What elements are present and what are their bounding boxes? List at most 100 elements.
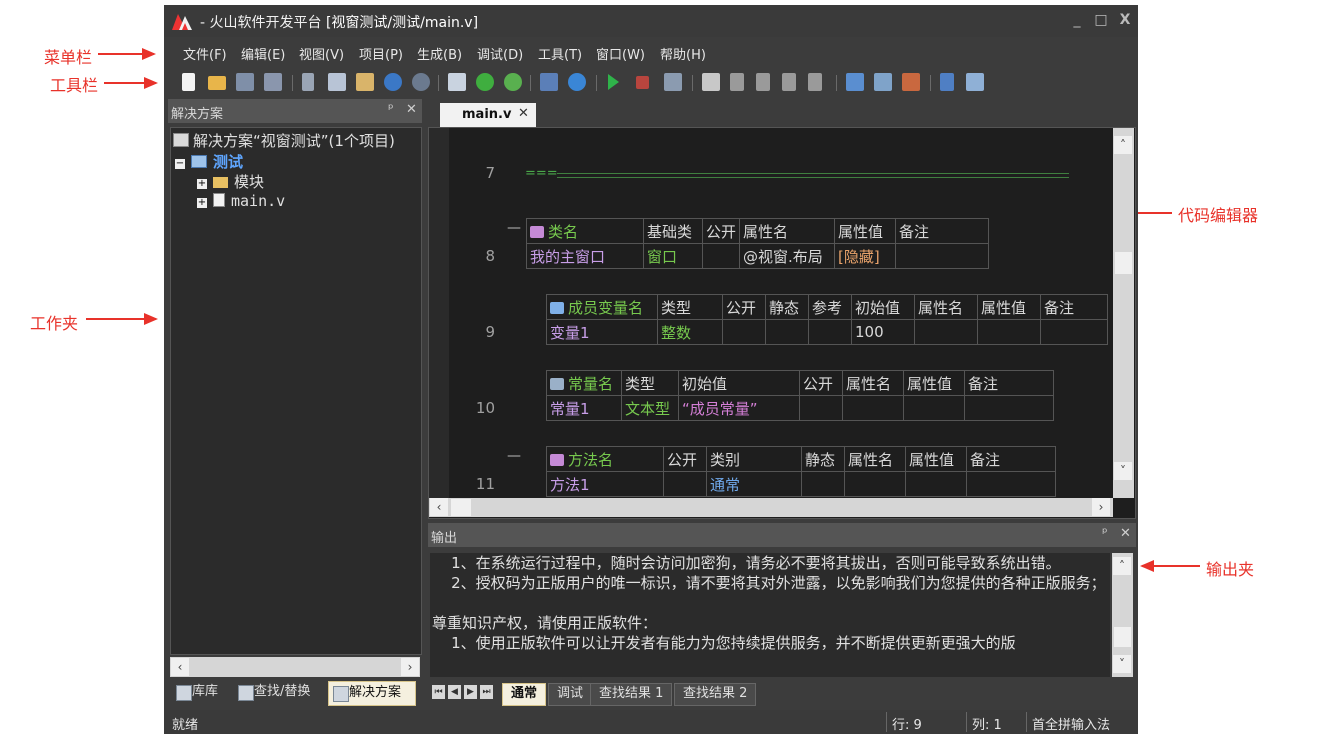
scroll-right-button[interactable]: › [1092,498,1110,516]
attr-name-cell[interactable] [842,395,904,421]
expand-icon[interactable]: + [197,198,207,208]
tab-find-results-1[interactable]: 查找结果 1 [590,683,673,706]
last-tab-icon[interactable]: ⏭ [480,685,493,699]
public-cell[interactable] [663,471,707,497]
code-editor[interactable]: 7 === — 8 类名 基础类 公开 属性名 属性值 备注 我的主窗口 窗口 [428,127,1136,519]
preview-icon[interactable] [966,73,984,91]
fold-marker[interactable]: — [507,448,521,464]
editor-hscroll-thumb[interactable] [451,499,471,516]
step-over-icon[interactable] [756,73,770,91]
scroll-up-button[interactable]: ˄ [1114,136,1132,154]
pin-icon[interactable]: ᵖ [1102,526,1108,541]
scroll-right-button[interactable]: › [401,658,419,676]
paste-icon[interactable] [356,73,374,91]
minimize-button[interactable]: _ [1068,11,1086,29]
next-tab-icon[interactable]: ▶ [464,685,477,699]
scroll-down-button[interactable]: ˅ [1114,462,1132,480]
stop-icon[interactable] [636,76,649,89]
close-panel-icon[interactable]: ✕ [406,102,417,117]
tree-folder-modules[interactable]: + 模块 [197,171,264,192]
scroll-left-button[interactable]: ‹ [430,498,448,516]
remark-cell[interactable] [1040,319,1108,345]
redo-icon[interactable] [412,73,430,91]
save-icon[interactable] [236,73,254,91]
reference-cell[interactable] [808,319,852,345]
step-out-icon[interactable] [782,73,796,91]
layers-icon[interactable] [874,73,892,91]
tree-project[interactable]: − 测试 [175,151,243,172]
remark-cell[interactable] [966,471,1056,497]
copy-icon[interactable] [328,73,346,91]
scroll-up-button[interactable]: ˄ [1113,557,1131,575]
expand-icon[interactable]: + [197,179,207,189]
fold-marker[interactable]: — [507,220,521,236]
scroll-left-button[interactable]: ‹ [171,658,189,676]
method-name-cell[interactable]: 方法1 [546,471,664,497]
prev-tab-icon[interactable]: ◀ [448,685,461,699]
initial-value-cell[interactable]: “成员常量” [678,395,800,421]
document-icon[interactable] [940,73,954,91]
type-cell[interactable]: 文本型 [621,395,679,421]
attr-name-cell[interactable]: @视窗.布局 [739,243,836,269]
public-cell[interactable] [701,243,741,269]
run-icon[interactable] [608,74,619,90]
attr-value-cell[interactable] [977,319,1041,345]
close-tab-icon[interactable]: ✕ [518,106,529,121]
tab-solution[interactable]: 解决方案 [328,681,416,706]
debug-step-icon[interactable] [664,73,682,91]
first-tab-icon[interactable]: ⏮ [432,685,445,699]
category-cell[interactable]: 通常 [706,471,802,497]
tab-output-general[interactable]: 通常 [502,683,547,706]
tab-main-v[interactable]: main.v ✕ [440,103,536,127]
member-name-cell[interactable]: 变量1 [546,319,658,345]
static-cell[interactable] [801,471,845,497]
menu-tools[interactable]: 工具(T) [538,44,582,63]
menu-window[interactable]: 窗口(W) [596,44,645,63]
tree-file-main[interactable]: + main.v [197,192,285,210]
book-icon[interactable] [540,73,558,91]
type-cell[interactable]: 整数 [657,319,723,345]
close-panel-icon[interactable]: ✕ [1120,526,1131,541]
remark-cell[interactable] [895,243,990,269]
undo-icon[interactable] [384,73,402,91]
output-vertical-scrollbar[interactable]: ˄ ˅ [1112,553,1133,677]
output-text[interactable]: 1、在系统运行过程中，随时会访问加密狗，请务必不要将其拔出，否则可能导致系统出错… [430,553,1110,677]
tab-library[interactable]: 库库 [172,681,238,704]
attr-name-cell[interactable] [844,471,906,497]
tab-find-replace[interactable]: 查找/替换 [234,681,324,704]
editor-vertical-scrollbar[interactable]: ˄ ˅ [1113,128,1134,498]
tab-output-debug[interactable]: 调试 [548,683,593,706]
attr-value-cell[interactable] [905,471,967,497]
menu-edit[interactable]: 编辑(E) [241,44,285,63]
remark-cell[interactable] [964,395,1054,421]
base-class-cell[interactable]: 窗口 [643,243,703,269]
constant-table[interactable]: 常量名 类型 初始值 公开 属性名 属性值 备注 常量1 文本型 “成员常量” [546,370,1054,421]
cut-icon[interactable] [302,73,314,91]
member-variable-table[interactable]: 成员变量名 类型 公开 静态 参考 初始值 属性名 属性值 备注 变量1 整数 [546,294,1108,345]
chart-icon[interactable] [846,73,864,91]
attr-value-cell[interactable]: [隐藏] [834,243,897,269]
menu-view[interactable]: 视图(V) [299,44,344,63]
menu-debug[interactable]: 调试(D) [477,44,523,63]
build-clean-icon[interactable] [902,73,920,91]
back-icon[interactable] [476,73,494,91]
save-all-icon[interactable] [264,73,282,91]
find-icon[interactable] [448,73,466,91]
const-name-cell[interactable]: 常量1 [546,395,622,421]
hand-icon[interactable] [702,73,720,91]
open-folder-icon[interactable] [208,76,226,90]
run-to-cursor-icon[interactable] [808,73,822,91]
menu-file[interactable]: 文件(F) [183,44,227,63]
collapse-icon[interactable]: − [175,159,185,169]
method-table[interactable]: 方法名 公开 类别 静态 属性名 属性值 备注 方法1 通常 [546,446,1056,497]
initial-value-cell[interactable]: 100 [851,319,915,345]
public-cell[interactable] [799,395,843,421]
step-into-icon[interactable] [730,73,744,91]
tree-horizontal-scrollbar[interactable]: ‹ › [170,657,420,677]
static-cell[interactable] [765,319,809,345]
scroll-down-button[interactable]: ˅ [1113,655,1131,673]
maximize-button[interactable]: □ [1092,11,1110,29]
editor-vscroll-thumb[interactable] [1115,252,1132,274]
forward-icon[interactable] [504,73,522,91]
pin-icon[interactable]: ᵖ [388,102,394,117]
